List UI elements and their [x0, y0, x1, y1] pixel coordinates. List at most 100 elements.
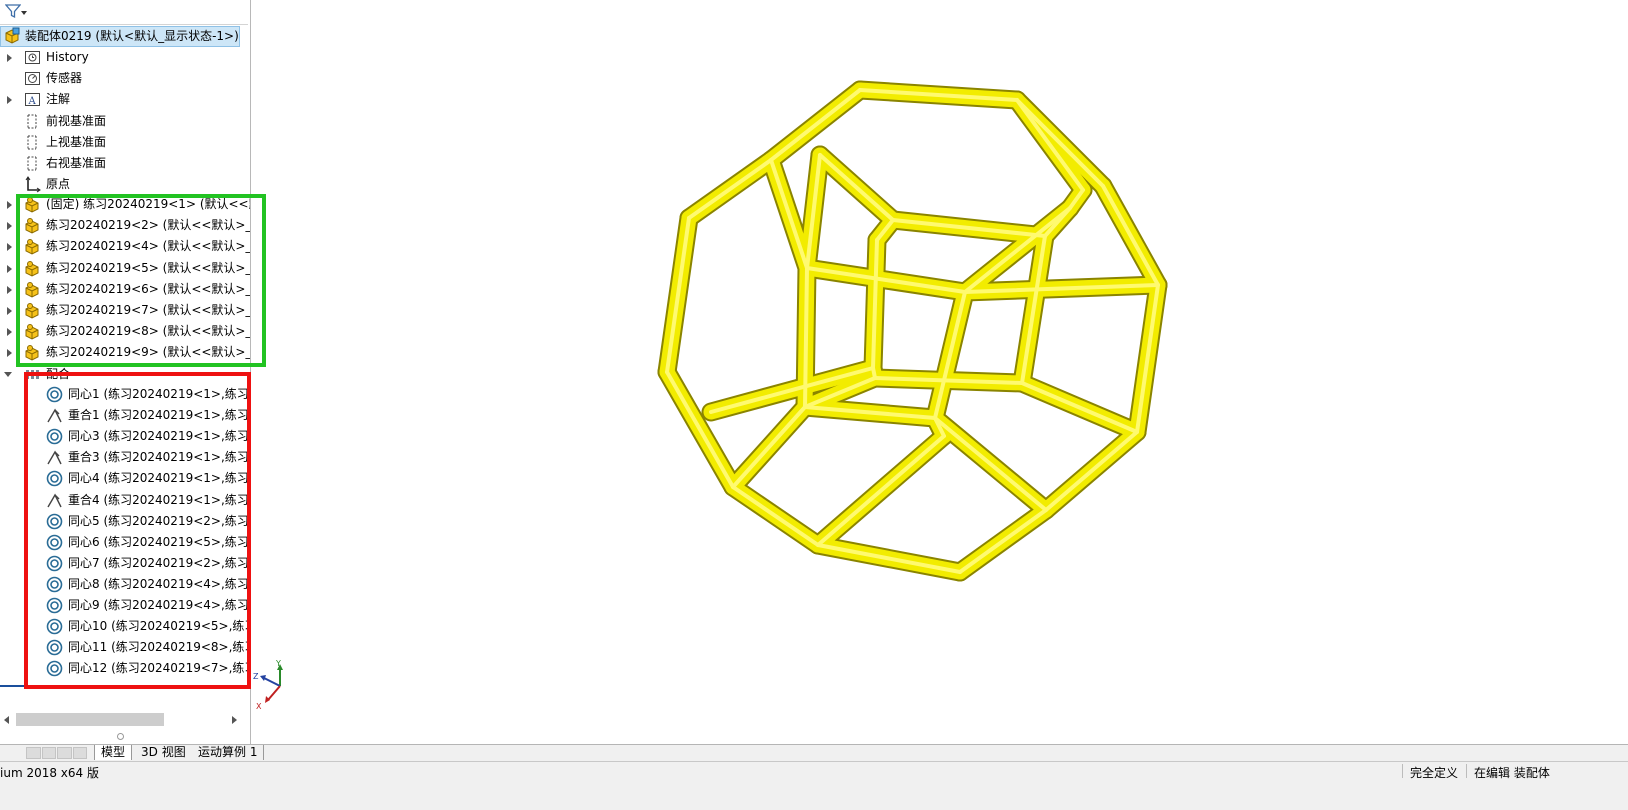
- tab-model[interactable]: 模型: [94, 745, 133, 760]
- mates-folder-label: 配合: [46, 367, 71, 381]
- tree-item-label: 重合4 (练习20240219<1>,练习2: [68, 492, 251, 507]
- tab-motion-study[interactable]: 运动算例 1: [192, 745, 265, 760]
- concentric-mate-icon: [46, 555, 63, 572]
- sensor-icon: [24, 70, 41, 87]
- tree-item[interactable]: 原点: [0, 174, 248, 195]
- tab-scroll-arrows[interactable]: [26, 747, 88, 759]
- component-item[interactable]: 练习20240219<6> (默认<<默认>_显: [0, 279, 251, 300]
- tree-item-label: 同心11 (练习20240219<8>,练习: [68, 640, 251, 655]
- tree-item[interactable]: History: [0, 47, 248, 68]
- tree-item-label: 同心5 (练习20240219<2>,练习2: [68, 513, 251, 528]
- component-item[interactable]: (固定) 练习20240219<1> (默认<<默认: [0, 194, 250, 215]
- expand-icon[interactable]: [7, 54, 12, 62]
- tab-3d-view[interactable]: 3D 视图: [135, 745, 193, 760]
- tree-horizontal-scrollbar[interactable]: [0, 711, 248, 729]
- tree-item-label: 练习20240219<6> (默认<<默认>_显: [46, 281, 251, 296]
- expand-icon[interactable]: [7, 96, 12, 105]
- filter-icon[interactable]: [4, 3, 22, 22]
- part-icon: [24, 344, 41, 361]
- concentric-mate-icon: [46, 470, 63, 487]
- feature-manager-tree: 装配体0219 (默认<默认_显示状态-1>) 配合 History 传感器 A 注解…: [0, 0, 251, 760]
- mate-item[interactable]: 同心3 (练习20240219<1>,练习2: [0, 426, 250, 447]
- part-icon: [24, 196, 41, 213]
- tree-item-label: 练习20240219<8> (默认<<默认>_显: [46, 324, 251, 339]
- mate-item[interactable]: 同心9 (练习20240219<4>,练习2: [0, 595, 250, 616]
- tree-item-label: 重合1 (练习20240219<1>,练习2: [68, 408, 251, 423]
- mate-item[interactable]: 同心7 (练习20240219<2>,练习2: [0, 553, 251, 574]
- component-item[interactable]: 练习20240219<7> (默认<<默认>_显: [0, 300, 250, 321]
- expand-icon[interactable]: [7, 307, 12, 315]
- tree-root-assembly[interactable]: 装配体0219 (默认<默认_显示状态-1>): [0, 26, 240, 47]
- component-item[interactable]: 练习20240219<9> (默认<<默认>_显: [0, 342, 251, 363]
- expand-icon[interactable]: [7, 222, 12, 231]
- concentric-mate-icon: [46, 639, 63, 656]
- mate-item[interactable]: 同心6 (练习20240219<5>,练习2: [0, 532, 250, 553]
- tree-item[interactable]: 上视基准面: [0, 132, 248, 153]
- tree-item-label: 同心7 (练习20240219<2>,练习2: [68, 555, 251, 570]
- tree-item-label: 同心1 (练习20240219<1>,练习2: [68, 387, 251, 401]
- filter-dropdown-icon[interactable]: [21, 11, 27, 15]
- mate-item[interactable]: 同心1 (练习20240219<1>,练习2: [0, 384, 251, 405]
- panel-splitter-handle[interactable]: [117, 733, 124, 740]
- truncated-octahedron-model[interactable]: [251, 0, 1628, 744]
- tree-item-label: 练习20240219<4> (默认<<默认>_显: [46, 239, 251, 254]
- concentric-mate-icon: [46, 386, 63, 403]
- scroll-right-icon[interactable]: [232, 716, 237, 724]
- mate-item[interactable]: 重合3 (练习20240219<1>,练习2: [0, 447, 250, 468]
- graphics-viewport[interactable]: [251, 0, 1628, 744]
- mate-item[interactable]: 同心8 (练习20240219<4>,练习2: [0, 574, 250, 595]
- tree-item-label: 同心4 (练习20240219<1>,练习2: [68, 471, 251, 486]
- tree-item-label: 练习20240219<9> (默认<<默认>_显: [46, 345, 251, 360]
- expand-icon[interactable]: [7, 349, 12, 358]
- part-icon: [24, 323, 41, 340]
- reference-triad: Y Z X: [250, 656, 290, 712]
- strut-highlight: [958, 508, 1048, 574]
- history-icon: [24, 49, 41, 66]
- collapse-icon[interactable]: [4, 372, 12, 377]
- tree-root-label: 装配体0219 (默认<默认_显示状态-1>): [25, 29, 239, 43]
- mate-item[interactable]: 同心4 (练习20240219<1>,练习2: [0, 468, 251, 489]
- mate-item[interactable]: 重合1 (练习20240219<1>,练习2: [0, 405, 251, 426]
- mate-item[interactable]: 同心11 (练习20240219<8>,练习: [0, 637, 251, 658]
- plane-icon: [24, 134, 41, 151]
- tree-item-label: History: [46, 50, 89, 64]
- document-tab-bar: 模型 3D 视图 运动算例 1: [0, 744, 1628, 761]
- expand-icon[interactable]: [7, 264, 12, 273]
- component-item[interactable]: 练习20240219<2> (默认<<默认>_显: [0, 215, 250, 236]
- strut-highlight: [1044, 430, 1139, 512]
- strut-highlight: [1101, 184, 1160, 287]
- status-bar: ium 2018 x64 版 完全定义 在编辑 装配体: [0, 761, 1628, 810]
- component-item[interactable]: 练习20240219<8> (默认<<默认>_显: [0, 321, 251, 342]
- mate-item[interactable]: 重合4 (练习20240219<1>,练习2: [0, 490, 251, 511]
- tree-item[interactable]: 传感器: [0, 68, 248, 89]
- expand-icon[interactable]: [7, 285, 12, 294]
- expand-icon[interactable]: [7, 328, 12, 337]
- scroll-left-icon[interactable]: [4, 716, 9, 724]
- component-item[interactable]: 练习20240219<5> (默认<<默认>_显: [0, 258, 250, 279]
- strut-highlight: [818, 153, 895, 222]
- rollback-bar[interactable]: [0, 685, 24, 687]
- expand-icon[interactable]: [7, 243, 12, 252]
- strut-highlight: [933, 290, 967, 420]
- mate-item[interactable]: 同心12 (练习20240219<7>,练习: [0, 658, 250, 679]
- tree-item[interactable]: 前视基准面: [0, 111, 248, 132]
- coincident-mate-icon: [46, 407, 63, 424]
- component-item[interactable]: 练习20240219<4> (默认<<默认>_显: [0, 236, 251, 257]
- coincident-mate-icon: [46, 449, 63, 466]
- triad-z-label: Z: [253, 672, 259, 681]
- concentric-mate-icon: [46, 597, 63, 614]
- concentric-mate-icon: [46, 428, 63, 445]
- mate-item[interactable]: 同心10 (练习20240219<5>,练习: [0, 616, 250, 637]
- scroll-thumb[interactable]: [16, 713, 164, 726]
- tree-item[interactable]: A 注解: [0, 89, 248, 110]
- strut-highlight: [731, 405, 807, 489]
- mates-folder[interactable]: 配合: [0, 364, 248, 385]
- expand-icon[interactable]: [7, 201, 12, 209]
- tree-item-label: 前视基准面: [46, 113, 107, 128]
- concentric-mate-icon: [46, 618, 63, 635]
- part-icon: [24, 238, 41, 255]
- tree-item[interactable]: 右视基准面: [0, 153, 248, 174]
- part-icon: [24, 302, 41, 319]
- tree-filter-bar: [0, 0, 248, 25]
- mate-item[interactable]: 同心5 (练习20240219<2>,练习2: [0, 511, 251, 532]
